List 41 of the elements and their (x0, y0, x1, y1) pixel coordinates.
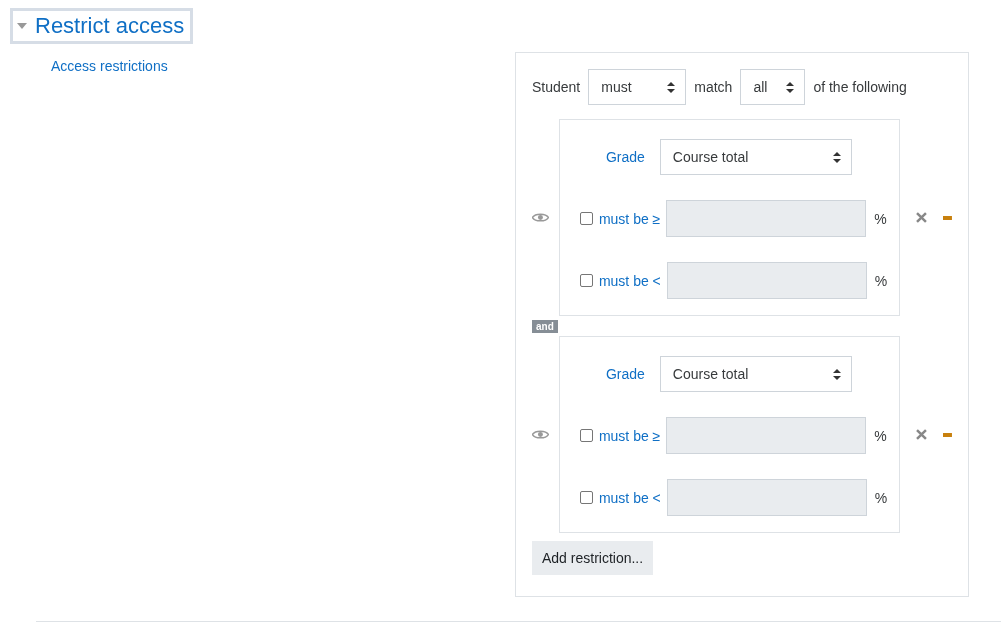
limit-label[interactable]: must be < (598, 272, 661, 289)
input-field[interactable] (666, 200, 867, 237)
add-restriction-button[interactable]: Add restriction... (532, 541, 654, 575)
checkbox[interactable] (579, 212, 593, 225)
unit-text: % (874, 272, 888, 289)
minus-icon[interactable] (943, 432, 952, 437)
sort-icon (786, 81, 795, 93)
caret-icon (17, 21, 27, 31)
limit-label[interactable]: must be ≥ (598, 427, 661, 444)
grade-label: Grade (605, 149, 645, 165)
checkbox[interactable] (579, 429, 593, 442)
section-title: Restrict access (35, 13, 185, 39)
match-text: of the following (813, 79, 907, 95)
close-icon[interactable] (916, 429, 928, 440)
input-field[interactable] (666, 262, 867, 299)
match-text: Student (532, 79, 581, 95)
unit-text: % (874, 427, 887, 444)
eye-icon[interactable] (532, 212, 549, 223)
match-text: match (694, 79, 733, 95)
checkbox[interactable] (579, 274, 593, 287)
eye-icon[interactable] (532, 429, 549, 440)
close-icon[interactable] (916, 212, 928, 223)
grade-select[interactable]: Course total (659, 356, 852, 392)
sort-icon (832, 151, 841, 163)
unit-text: % (874, 210, 887, 227)
grade-label: Grade (605, 366, 645, 382)
grade-select[interactable]: Course total (659, 139, 852, 175)
unit-text: % (874, 489, 888, 506)
select-field[interactable]: must (588, 69, 687, 105)
input-field[interactable] (666, 479, 867, 516)
sort-icon (832, 368, 841, 380)
limit-label[interactable]: must be < (598, 489, 661, 506)
input-field[interactable] (666, 417, 867, 454)
minus-icon[interactable] (943, 215, 952, 220)
connector-badge: and (532, 320, 558, 333)
field-label: Access restrictions (51, 58, 169, 74)
checkbox[interactable] (579, 491, 593, 504)
limit-label[interactable]: must be ≥ (598, 210, 661, 227)
section-header[interactable]: Restrict access (10, 8, 194, 44)
select-field[interactable]: all (740, 69, 806, 105)
sort-icon (667, 81, 676, 93)
